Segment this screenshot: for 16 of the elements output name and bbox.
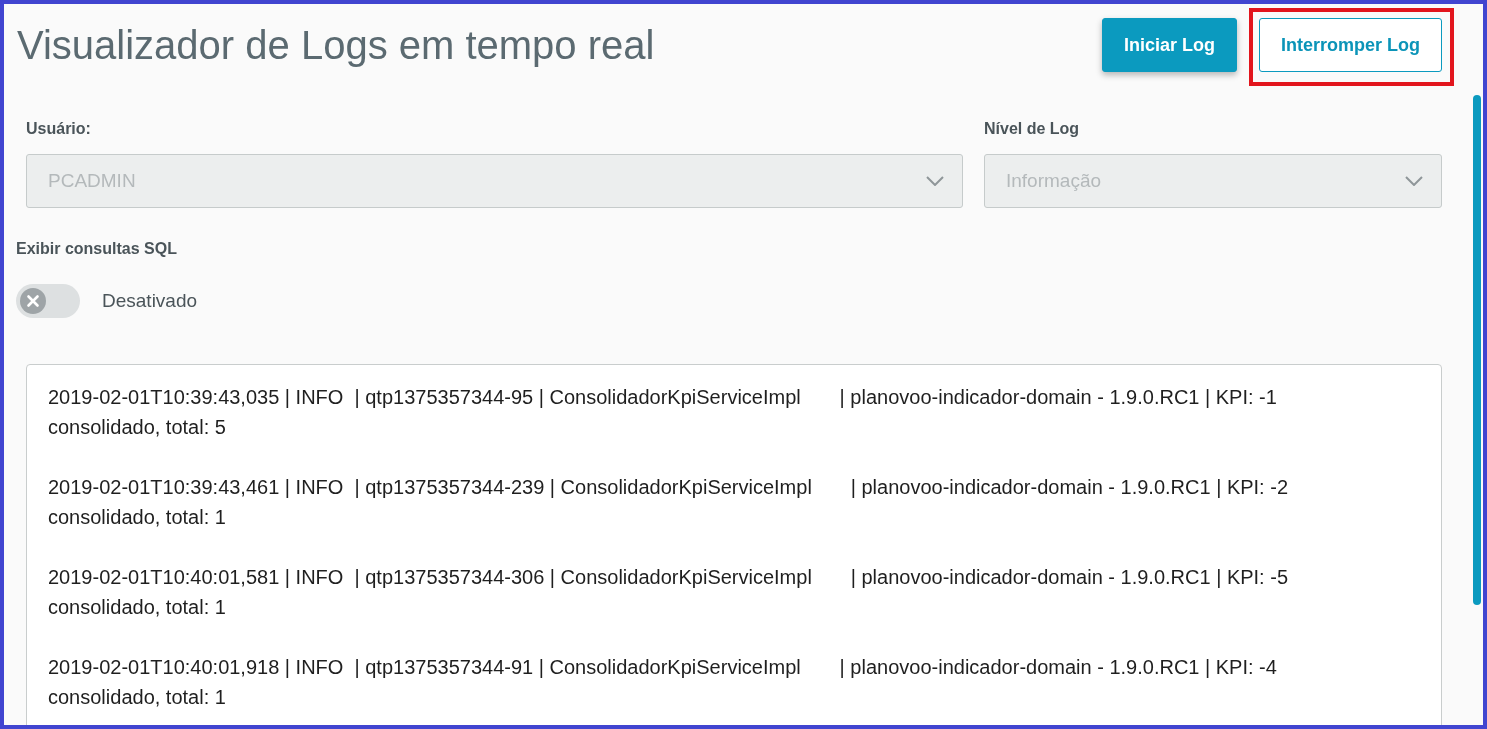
stop-log-button[interactable]: Interromper Log: [1259, 18, 1442, 72]
toggle-switch[interactable]: [16, 284, 80, 318]
log-entry: 2019-02-01T10:40:01,918 | INFO | qtp1375357344-91 | ConsolidadorKpiServiceImpl | planovoo-indicador-domain - 1.9.0.RC1 | KPI: -4 consolidado, total: 1: [48, 655, 1277, 710]
field-label: Nível de Log: [984, 119, 1080, 139]
log-entry: 2019-02-01T10:39:43,461 | INFO | qtp1375357344-239 | ConsolidadorKpiServiceImpl | planovoo-indicador-domain - 1.9.0.RC1 | KPI: -2 consolidado, total: 1: [48, 475, 1289, 530]
chevron-down-icon: [926, 176, 944, 186]
field-label: Usuário:: [26, 119, 91, 139]
toggle-label: Exibir consultas SQL: [16, 239, 177, 259]
start-log-button[interactable]: Iniciar Log: [1101, 18, 1237, 72]
toggle-knob-x-icon: [20, 288, 46, 314]
log-entry: 2019-02-01T10:39:43,035 | INFO | qtp1375357344-95 | ConsolidadorKpiServiceImpl | planovoo-indicador-domain - 1.9.0.RC1 | KPI: -1 consolidado, total: 5: [48, 385, 1277, 440]
scrollbar-thumb[interactable]: [1473, 95, 1481, 605]
toggle-state-text: Desativado: [102, 290, 198, 312]
log-entry: 2019-02-01T10:40:01,581 | INFO | qtp1375357344-306 | ConsolidadorKpiServiceImpl | planovoo-indicador-domain - 1.9.0.RC1 | KPI: -5 consolidado, total: 1: [48, 565, 1289, 620]
chevron-down-icon: [1405, 176, 1423, 186]
page-title: Visualizador de Logs em tempo real: [16, 22, 655, 69]
